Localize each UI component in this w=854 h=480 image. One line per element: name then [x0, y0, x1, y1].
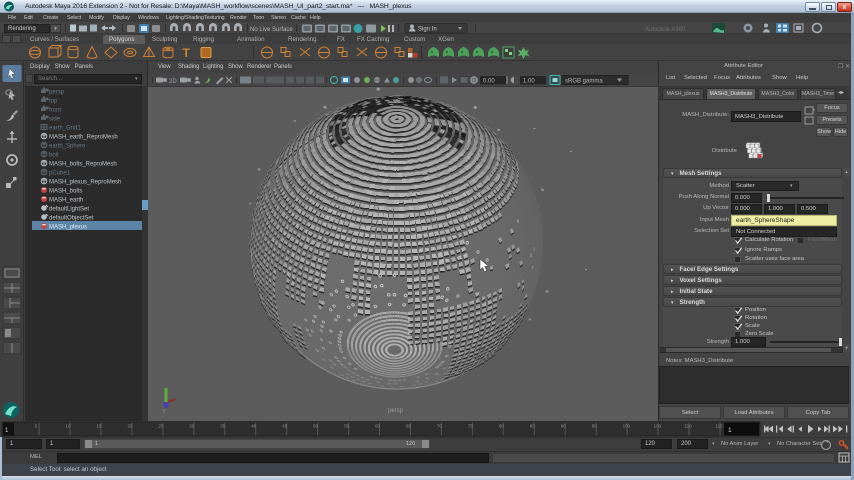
svg-text:pCube1: pCube1	[49, 171, 71, 177]
svg-text:80: 80	[499, 424, 505, 429]
svg-text:75: 75	[468, 424, 474, 429]
svg-text:0.00: 0.00	[483, 79, 495, 85]
svg-text:Sign In: Sign In	[418, 27, 437, 33]
svg-text:40: 40	[251, 424, 257, 429]
svg-text:1.00: 1.00	[523, 79, 535, 85]
svg-text:115: 115	[716, 424, 724, 429]
svg-text:persp: persp	[49, 90, 65, 96]
svg-text:65: 65	[406, 424, 412, 429]
svg-text:100: 100	[623, 424, 631, 429]
svg-text:MASH_plexus: MASH_plexus	[49, 225, 87, 231]
svg-text:105: 105	[654, 424, 662, 429]
svg-text:sRGB gamma: sRGB gamma	[565, 79, 603, 85]
svg-text:MASH_earth_ReproMesh: MASH_earth_ReproMesh	[49, 135, 118, 141]
svg-text:95: 95	[592, 424, 598, 429]
svg-text:70: 70	[437, 424, 443, 429]
svg-text:1: 1	[728, 427, 732, 434]
svg-text:35: 35	[220, 424, 226, 429]
svg-text:Autodesk A360: Autodesk A360	[645, 27, 686, 33]
svg-text:30: 30	[189, 424, 195, 429]
svg-text:25: 25	[158, 424, 164, 429]
svg-text:90: 90	[561, 424, 567, 429]
svg-text:85: 85	[530, 424, 536, 429]
svg-text:earth_Grid1: earth_Grid1	[49, 126, 81, 132]
svg-text:20: 20	[127, 424, 133, 429]
svg-text:2D: 2D	[169, 79, 177, 85]
svg-text:side: side	[49, 117, 61, 123]
svg-text:10: 10	[66, 424, 72, 429]
svg-text:50: 50	[313, 424, 319, 429]
svg-text:55: 55	[344, 424, 350, 429]
svg-text:defaultObjectSet: defaultObjectSet	[49, 216, 94, 222]
svg-text:60: 60	[375, 424, 381, 429]
svg-text:110: 110	[685, 424, 693, 429]
svg-text:front: front	[49, 108, 61, 114]
svg-text:bolt: bolt	[49, 153, 59, 159]
svg-text:T: T	[183, 46, 191, 60]
svg-text:defaultLightSet: defaultLightSet	[49, 207, 89, 213]
svg-text:top: top	[49, 99, 58, 105]
svg-text:15: 15	[97, 424, 103, 429]
svg-text:45: 45	[282, 424, 288, 429]
svg-text:MASH_bolts_ReproMesh: MASH_bolts_ReproMesh	[49, 162, 117, 168]
svg-text:MASH_plexus_ReproMesh: MASH_plexus_ReproMesh	[49, 180, 121, 186]
svg-text:MASH_bolts: MASH_bolts	[49, 189, 82, 195]
svg-text:earth_Sphere: earth_Sphere	[49, 144, 86, 150]
svg-text:No Live Surface: No Live Surface	[250, 27, 293, 33]
svg-text:y: y	[163, 408, 166, 413]
svg-text:MASH_earth: MASH_earth	[49, 198, 83, 204]
